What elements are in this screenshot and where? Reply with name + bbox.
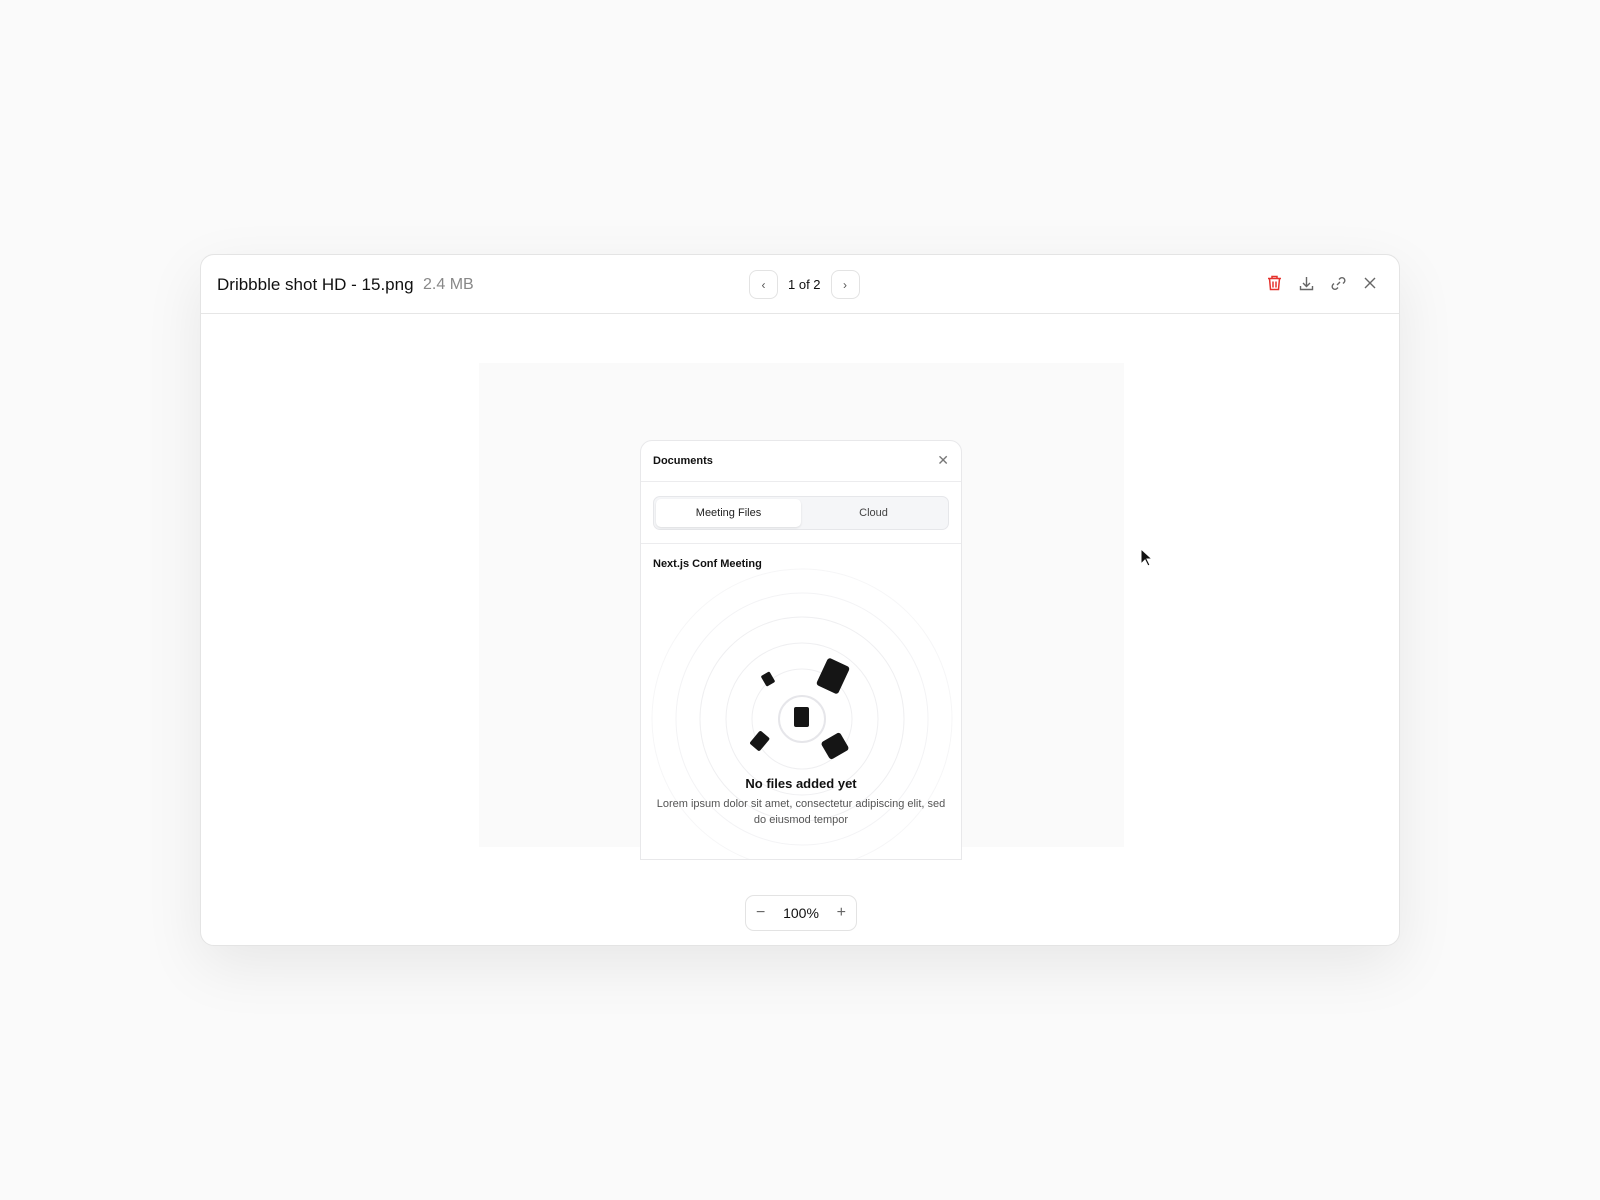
close-icon: ✕	[937, 452, 949, 468]
empty-state-description: Lorem ipsum dolor sit amet, consectetur …	[656, 798, 946, 826]
file-name: Dribbble shot HD - 15.png	[217, 275, 414, 294]
viewer-header: Dribbble shot HD - 15.png 2.4 MB ‹ 1 of …	[201, 255, 1399, 314]
trash-icon	[1267, 275, 1281, 291]
file-icon	[821, 732, 849, 760]
file-icon	[761, 671, 775, 687]
delete-button[interactable]	[1265, 274, 1283, 292]
close-icon	[1364, 277, 1376, 289]
card-title: Documents	[653, 455, 713, 467]
chevron-right-icon: ›	[843, 277, 848, 292]
empty-state-title: No files added yet	[745, 776, 857, 791]
pager: ‹ 1 of 2 ›	[749, 270, 860, 299]
card-header: Documents ✕	[641, 441, 961, 482]
file-size: 2.4 MB	[423, 276, 474, 293]
documents-card: Documents ✕ Meeting Files Cloud Next.js …	[640, 440, 962, 860]
link-icon	[1330, 276, 1346, 290]
zoom-level: 100%	[783, 905, 819, 921]
mouse-cursor-icon	[1140, 548, 1154, 567]
download-icon	[1299, 276, 1313, 290]
image-viewer-modal: Dribbble shot HD - 15.png 2.4 MB ‹ 1 of …	[200, 254, 1400, 946]
file-icon	[816, 658, 850, 694]
file-icon	[794, 707, 809, 727]
page-indicator: 1 of 2	[788, 277, 821, 292]
prev-button[interactable]: ‹	[749, 270, 778, 299]
header-actions	[1265, 274, 1379, 292]
download-button[interactable]	[1297, 274, 1315, 292]
zoom-control: − 100% +	[745, 895, 857, 931]
chevron-left-icon: ‹	[761, 277, 766, 292]
file-icon	[750, 731, 770, 751]
section-title: Next.js Conf Meeting	[653, 558, 762, 570]
copy-link-button[interactable]	[1329, 274, 1347, 292]
image-preview: Documents ✕ Meeting Files Cloud Next.js …	[479, 363, 1124, 860]
zoom-out-button[interactable]: −	[756, 904, 765, 922]
close-button[interactable]	[1361, 274, 1379, 292]
next-button[interactable]: ›	[830, 270, 860, 299]
zoom-in-button[interactable]: +	[837, 904, 846, 922]
